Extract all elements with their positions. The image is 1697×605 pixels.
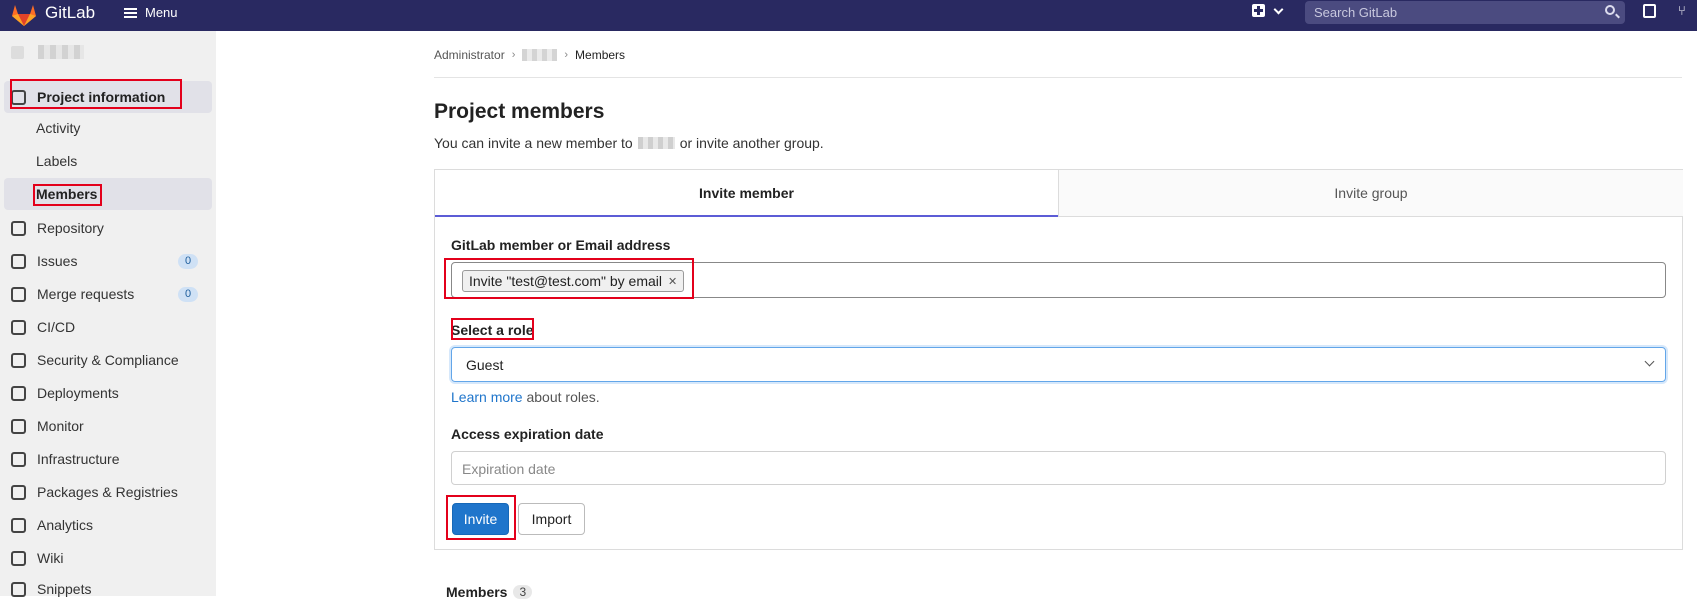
issues-icon bbox=[11, 253, 26, 269]
expiration-field-label: Access expiration date bbox=[451, 426, 604, 442]
tab-invite-member[interactable]: Invite member bbox=[435, 170, 1058, 217]
sidebar: Project information Activity Labels Memb… bbox=[0, 31, 216, 597]
page-description: You can invite a new member to or invite… bbox=[434, 135, 824, 151]
learn-more-link[interactable]: Learn more bbox=[451, 389, 523, 405]
merge-requests-count-badge: 0 bbox=[178, 287, 198, 302]
sidebar-item-repository[interactable]: Repository bbox=[0, 212, 212, 244]
invite-panel: Invite member Invite group GitLab member… bbox=[434, 169, 1683, 550]
menu-button[interactable]: Menu bbox=[124, 5, 178, 20]
top-navbar: GitLab Menu Search GitLab ⑂ bbox=[0, 0, 1697, 31]
shield-icon bbox=[11, 352, 26, 368]
search-icon bbox=[1605, 5, 1615, 15]
chevron-right-icon: › bbox=[564, 49, 569, 61]
sidebar-item-deployments[interactable]: Deployments bbox=[0, 377, 212, 409]
sidebar-item-label: Merge requests bbox=[37, 286, 135, 302]
deployments-icon bbox=[11, 385, 26, 401]
gitlab-logo-icon[interactable] bbox=[10, 2, 38, 28]
highlight-box bbox=[451, 318, 534, 340]
sidebar-item-infrastructure[interactable]: Infrastructure bbox=[0, 443, 212, 475]
sidebar-item-label: Security & Compliance bbox=[37, 352, 179, 368]
project-name-redacted bbox=[637, 137, 675, 149]
menu-label: Menu bbox=[145, 5, 178, 20]
import-button[interactable]: Import bbox=[518, 503, 585, 535]
sidebar-item-analytics[interactable]: Analytics bbox=[0, 509, 212, 541]
merge-request-icon bbox=[11, 286, 26, 302]
breadcrumb-project-redacted[interactable] bbox=[522, 49, 558, 61]
sidebar-item-wiki[interactable]: Wiki bbox=[0, 542, 212, 574]
merge-requests-shortcut-icon[interactable]: ⑂ bbox=[1678, 3, 1692, 19]
sidebar-item-label: Analytics bbox=[37, 517, 94, 533]
sidebar-subitem-activity[interactable]: Activity bbox=[36, 120, 80, 136]
breadcrumb-root[interactable]: Administrator bbox=[434, 48, 505, 62]
sidebar-item-cicd[interactable]: CI/CD bbox=[0, 311, 212, 343]
page-title: Project members bbox=[434, 100, 605, 123]
cloud-icon bbox=[11, 451, 26, 467]
search-input[interactable]: Search GitLab bbox=[1305, 1, 1625, 24]
member-field-label: GitLab member or Email address bbox=[451, 237, 671, 253]
sidebar-item-label: Repository bbox=[37, 220, 104, 236]
sidebar-item-label: Wiki bbox=[37, 550, 64, 566]
help-suffix: about roles. bbox=[522, 389, 600, 405]
divider bbox=[434, 77, 1682, 78]
expiration-placeholder: Expiration date bbox=[462, 461, 556, 477]
sidebar-item-label: Infrastructure bbox=[37, 451, 120, 467]
sidebar-item-label: Snippets bbox=[37, 581, 92, 597]
sidebar-item-label: Packages & Registries bbox=[37, 484, 178, 500]
issues-shortcut-icon[interactable] bbox=[1643, 4, 1656, 18]
members-count-badge: 3 bbox=[513, 585, 533, 599]
highlight-box bbox=[444, 258, 694, 299]
rocket-icon bbox=[11, 319, 26, 335]
repository-icon bbox=[11, 220, 26, 236]
chevron-down-icon bbox=[1644, 356, 1655, 367]
role-select[interactable]: Guest bbox=[451, 347, 1666, 382]
role-selected-value: Guest bbox=[466, 357, 504, 373]
highlight-box bbox=[33, 184, 102, 206]
sidebar-item-label: Monitor bbox=[37, 418, 84, 434]
sidebar-item-packages[interactable]: Packages & Registries bbox=[0, 476, 212, 508]
breadcrumb: Administrator › › Members bbox=[434, 48, 625, 62]
members-section-heading: Members 3 bbox=[446, 584, 533, 600]
chevron-down-icon[interactable] bbox=[1273, 4, 1284, 15]
description-text: or invite another group. bbox=[679, 135, 824, 151]
sidebar-item-security[interactable]: Security & Compliance bbox=[0, 344, 212, 376]
sidebar-subitem-labels[interactable]: Labels bbox=[36, 153, 77, 169]
chart-icon bbox=[11, 517, 26, 533]
sidebar-item-label: CI/CD bbox=[37, 319, 76, 335]
sidebar-item-label: Issues bbox=[37, 253, 78, 269]
book-icon bbox=[11, 550, 26, 566]
sidebar-item-monitor[interactable]: Monitor bbox=[0, 410, 212, 442]
roles-help-text: Learn more about roles. bbox=[451, 389, 600, 405]
monitor-icon bbox=[11, 418, 26, 434]
highlight-box bbox=[446, 495, 516, 540]
members-heading: Members bbox=[446, 584, 508, 600]
new-item-icon[interactable] bbox=[1252, 4, 1265, 17]
hamburger-icon bbox=[124, 7, 137, 18]
search-placeholder: Search GitLab bbox=[1314, 5, 1398, 20]
sidebar-item-snippets[interactable]: Snippets bbox=[0, 573, 212, 605]
chevron-right-icon: › bbox=[511, 49, 516, 61]
description-text: You can invite a new member to bbox=[434, 135, 633, 151]
project-name-redacted[interactable] bbox=[38, 45, 84, 59]
brand-name[interactable]: GitLab bbox=[45, 3, 95, 23]
tab-invite-group[interactable]: Invite group bbox=[1058, 170, 1683, 217]
scissors-icon bbox=[11, 581, 26, 597]
sidebar-item-label: Deployments bbox=[37, 385, 119, 401]
breadcrumb-current[interactable]: Members bbox=[575, 48, 625, 62]
package-icon bbox=[11, 484, 26, 500]
issues-count-badge: 0 bbox=[178, 254, 198, 269]
highlight-box bbox=[10, 79, 182, 109]
expiration-date-input[interactable]: Expiration date bbox=[451, 451, 1666, 485]
project-avatar[interactable] bbox=[11, 46, 24, 59]
